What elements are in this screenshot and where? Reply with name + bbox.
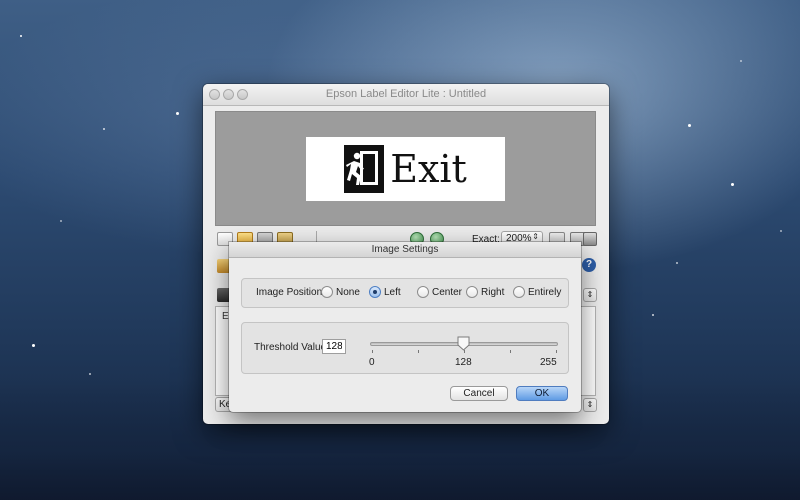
running-man-exit-icon (344, 145, 385, 193)
slider-mid-label: 128 (455, 357, 472, 368)
print-icon[interactable] (583, 232, 597, 246)
slider-min-label: 0 (369, 357, 375, 368)
threshold-slider-thumb[interactable] (457, 336, 470, 351)
radio-button[interactable] (321, 286, 333, 298)
position-radio-entirely[interactable]: Entirely (513, 286, 561, 298)
window-title: Epson Label Editor Lite : Untitled (325, 88, 487, 100)
label-text: Exit (390, 147, 467, 191)
label-preview-area[interactable]: Exit (215, 111, 596, 226)
star (32, 344, 35, 347)
label-tape[interactable]: Exit (306, 137, 505, 201)
star (676, 262, 678, 264)
radio-button-selected[interactable] (369, 286, 381, 298)
threshold-input[interactable] (322, 339, 346, 354)
star (740, 60, 742, 62)
radio-button[interactable] (513, 286, 525, 298)
radio-label: Entirely (528, 286, 562, 298)
slider-tick (464, 350, 465, 353)
slider-tick (418, 350, 419, 353)
radio-button[interactable] (417, 286, 429, 298)
slider-max-label: 255 (540, 357, 557, 368)
image-position-group: Image Position: None Left Center Right E… (241, 278, 569, 308)
radio-label: Left (384, 286, 401, 298)
ok-button[interactable]: OK (516, 386, 568, 401)
position-radio-left[interactable]: Left (369, 286, 401, 298)
radio-label: Center (432, 286, 463, 298)
star (60, 220, 62, 222)
dialog-title: Image Settings (229, 242, 581, 258)
position-radio-right[interactable]: Right (466, 286, 504, 298)
star (103, 128, 105, 130)
threshold-label: Threshold Value: (254, 342, 329, 353)
radio-button[interactable] (466, 286, 478, 298)
star (176, 112, 179, 115)
star (688, 124, 691, 127)
star (652, 314, 654, 316)
star (89, 373, 91, 375)
cancel-button[interactable]: Cancel (450, 386, 508, 401)
help-icon[interactable]: ? (582, 258, 596, 272)
slider-tick (372, 350, 373, 353)
bottom-dropdown[interactable]: ⇕ (583, 398, 597, 412)
title-bar[interactable]: Epson Label Editor Lite : Untitled (203, 84, 609, 106)
image-settings-dialog: Image Settings Image Position: None Left… (229, 242, 581, 412)
star (731, 183, 734, 186)
slider-tick (556, 350, 557, 353)
font-dropdown[interactable]: ⇕ (583, 288, 597, 302)
star (20, 35, 22, 37)
radio-label: None (336, 286, 360, 298)
position-radio-none[interactable]: None (321, 286, 360, 298)
radio-label: Right (481, 286, 505, 298)
chevron-updown-icon: ⇕ (532, 232, 539, 241)
star (780, 230, 782, 232)
position-radio-center[interactable]: Center (417, 286, 462, 298)
image-position-label: Image Position: (256, 287, 325, 298)
slider-tick (510, 350, 511, 353)
threshold-group: Threshold Value: 0 128 255 (241, 322, 569, 374)
